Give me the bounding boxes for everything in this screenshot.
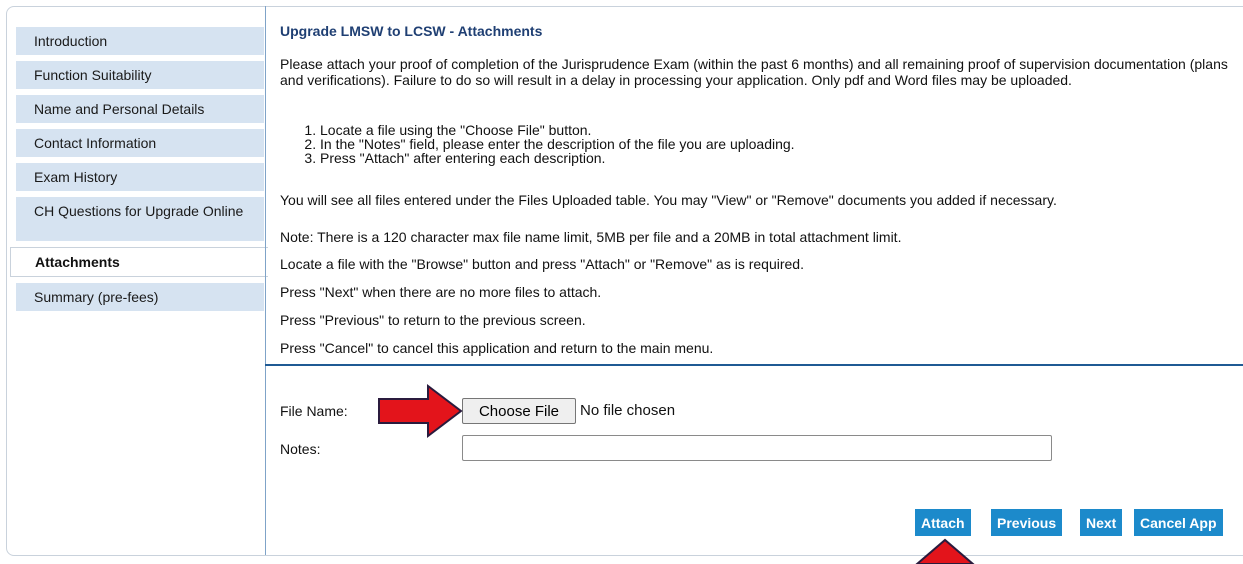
- right-arrow-icon: [378, 383, 463, 439]
- step-item: Locate a file using the "Choose File" bu…: [320, 123, 795, 137]
- notes-input[interactable]: [462, 435, 1052, 461]
- up-arrow-icon: [915, 538, 975, 564]
- sidebar-item-exam-history[interactable]: Exam History: [16, 163, 264, 191]
- previous-button[interactable]: Previous: [991, 509, 1063, 536]
- next-note: Press "Next" when there are no more file…: [280, 284, 602, 300]
- sidebar-item-function-suitability[interactable]: Function Suitability: [16, 61, 264, 89]
- sidebar-item-ch-questions[interactable]: CH Questions for Upgrade Online: [16, 197, 264, 241]
- page-title: Upgrade LMSW to LCSW - Attachments: [280, 23, 543, 39]
- instruction-steps: Locate a file using the "Choose File" bu…: [302, 123, 795, 165]
- notes-label: Notes:: [280, 441, 321, 457]
- sidebar-item-name-personal-details[interactable]: Name and Personal Details: [16, 95, 264, 123]
- file-name-label: File Name:: [280, 403, 348, 419]
- sidebar-item-attachments[interactable]: Attachments: [10, 247, 268, 277]
- cancel-app-button[interactable]: Cancel App: [1134, 509, 1223, 536]
- next-button[interactable]: Next: [1080, 509, 1123, 536]
- section-divider: [265, 364, 1243, 366]
- content-divider: [265, 6, 266, 555]
- cancel-note: Press "Cancel" to cancel this applicatio…: [280, 340, 714, 356]
- attach-button[interactable]: Attach: [915, 509, 971, 536]
- choose-file-button[interactable]: Choose File: [462, 398, 576, 424]
- intro-text: Please attach your proof of completion o…: [280, 56, 1228, 88]
- no-file-chosen-text: No file chosen: [580, 402, 676, 419]
- step-item: In the "Notes" field, please enter the d…: [320, 137, 795, 151]
- step-item: Press "Attach" after entering each descr…: [320, 151, 795, 165]
- sidebar-item-summary[interactable]: Summary (pre-fees): [16, 283, 264, 311]
- sidebar-item-introduction[interactable]: Introduction: [16, 27, 264, 55]
- previous-note: Press "Previous" to return to the previo…: [280, 312, 586, 328]
- browse-note: Locate a file with the "Browse" button a…: [280, 256, 804, 272]
- sidebar-nav: Introduction Function Suitability Name a…: [10, 27, 268, 317]
- files-uploaded-note: You will see all files entered under the…: [280, 192, 1057, 208]
- size-limit-note: Note: There is a 120 character max file …: [280, 229, 902, 245]
- sidebar-item-contact-information[interactable]: Contact Information: [16, 129, 264, 157]
